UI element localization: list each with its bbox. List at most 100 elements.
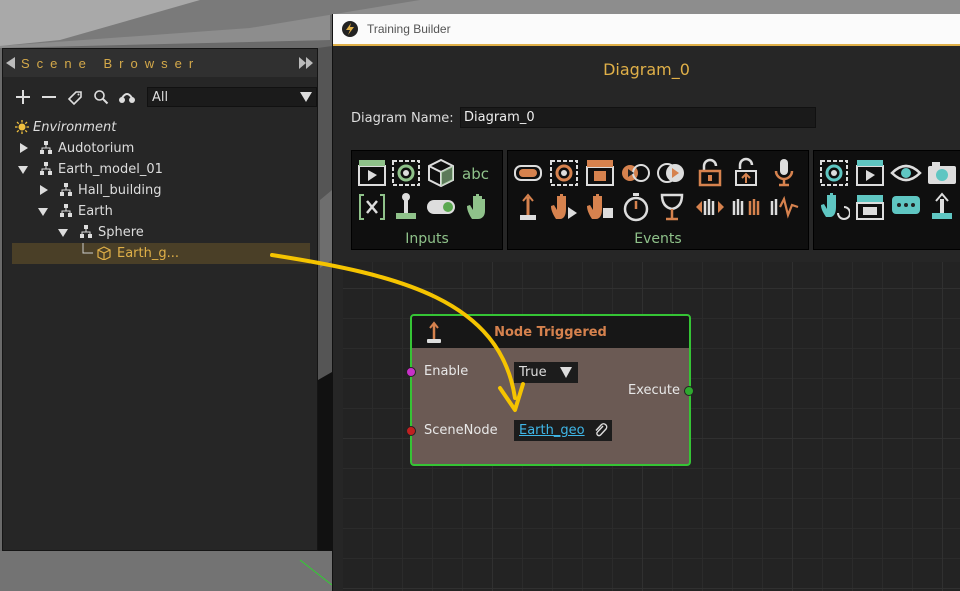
cube-icon (97, 246, 111, 260)
node-header[interactable]: Node Triggered (412, 316, 689, 348)
tag-icon[interactable] (63, 85, 87, 109)
inputs-palette-label: Inputs (405, 231, 449, 247)
sun-icon (15, 120, 29, 134)
tree-item-environment[interactable]: Environment (3, 117, 317, 138)
app-logo-icon (342, 21, 358, 37)
enable-label: Enable (424, 364, 469, 379)
variable-input-icon[interactable] (356, 191, 388, 223)
node-title: Node Triggered (494, 324, 607, 340)
eye-action-icon[interactable] (890, 157, 922, 189)
tree-item-earth[interactable]: Earth (3, 201, 317, 222)
signal-event-icon[interactable] (768, 191, 800, 223)
collapse-arrow-icon[interactable] (38, 208, 48, 216)
tree-item-earth-geo[interactable]: Earth_g... (12, 243, 310, 264)
expand-arrow-icon[interactable] (20, 143, 28, 153)
hierarchy-icon (40, 162, 52, 175)
node-triggered-icon (427, 321, 441, 343)
minus-icon[interactable] (37, 85, 61, 109)
execute-output-port[interactable] (684, 386, 694, 396)
lock-up-event-icon[interactable] (730, 157, 762, 189)
chat-action-icon[interactable] (890, 191, 922, 223)
tree-item-sphere[interactable]: Sphere (3, 222, 317, 243)
tree-item-label: Environment (33, 120, 117, 135)
text-input-icon[interactable]: abc (462, 157, 494, 189)
enable-select-value: True (519, 365, 547, 380)
video-action-icon[interactable] (854, 157, 886, 189)
tree-connector-icon (82, 243, 93, 254)
collapse-left-icon[interactable] (6, 57, 15, 69)
hierarchy-icon (60, 183, 72, 196)
scenenode-link[interactable]: Earth_geo (519, 423, 585, 438)
scene-browser-title: Scene Browser (21, 55, 201, 71)
expand-right-icon[interactable] (299, 57, 313, 69)
enable-select[interactable]: True (514, 362, 578, 383)
scene-browser-toolbar: All (3, 77, 317, 117)
expand-arrow-icon[interactable] (40, 185, 48, 195)
diagram-name-input[interactable] (460, 107, 816, 128)
forward-event-icon[interactable] (620, 157, 652, 189)
tree-item-earth-model-01[interactable]: Earth_model_01 (3, 159, 317, 180)
clapper-action-icon[interactable] (854, 191, 886, 223)
hand-stop-icon[interactable] (584, 191, 616, 223)
tree-item-hall-building[interactable]: Hall_building (3, 180, 317, 201)
scene-browser-header: Scene Browser (3, 49, 317, 77)
hierarchy-icon (40, 141, 52, 154)
link-icon[interactable] (115, 85, 139, 109)
scenenode-input-port[interactable] (406, 426, 416, 436)
collapse-arrow-icon[interactable] (18, 166, 28, 174)
tree-item-label: Sphere (98, 225, 144, 240)
window-titlebar[interactable]: Training Builder (333, 14, 960, 46)
actions-palette (813, 150, 960, 250)
microphone-event-icon[interactable] (768, 157, 800, 189)
events-palette: Events (507, 150, 809, 250)
scenenode-label: SceneNode (424, 423, 498, 438)
hierarchy-icon (80, 225, 92, 238)
node-triggered-icon[interactable] (512, 191, 544, 223)
camera-action-icon[interactable] (818, 157, 850, 189)
scene-browser-panel: Scene Browser All Environment Audotorium… (2, 48, 318, 551)
hand-rotate-icon[interactable] (818, 191, 850, 223)
camera-input-icon[interactable] (390, 157, 422, 189)
timer-event-icon[interactable] (620, 191, 652, 223)
collapse-arrow-icon[interactable] (58, 229, 68, 237)
node-triggered-node[interactable]: Node Triggered Enable True Execute Scene… (406, 314, 694, 466)
cube-input-icon[interactable] (425, 157, 457, 189)
tree-item-label: Earth_g... (117, 246, 180, 261)
tree-item-label: Audotorium (58, 141, 135, 156)
paperclip-icon[interactable] (594, 423, 608, 438)
hand-input-icon[interactable] (462, 191, 494, 223)
hand-play-icon[interactable] (548, 191, 580, 223)
events-palette-label: Events (634, 231, 682, 247)
chevron-down-icon (560, 367, 572, 378)
unlock-event-icon[interactable] (694, 157, 726, 189)
tree-item-audotorium[interactable]: Audotorium (3, 138, 317, 159)
skip-event-icon[interactable] (656, 157, 688, 189)
video-input-icon[interactable] (356, 157, 388, 189)
vr-headset-icon[interactable] (512, 157, 544, 189)
training-builder-window: Training Builder Diagram_0 Diagram Name:… (332, 14, 960, 591)
toggle-input-icon[interactable] (425, 191, 457, 223)
photo-action-icon[interactable] (926, 157, 958, 189)
camera-event-icon[interactable] (548, 157, 580, 189)
hands-grab-icon[interactable] (730, 191, 762, 223)
enable-input-port[interactable] (406, 367, 416, 377)
tree-item-label: Earth_model_01 (58, 162, 163, 177)
joystick-input-icon[interactable] (390, 191, 422, 223)
hands-swap-icon[interactable] (694, 191, 726, 223)
chevron-down-icon (300, 92, 312, 102)
video-event-icon[interactable] (584, 157, 616, 189)
hierarchy-icon (60, 204, 72, 217)
scene-tree: Environment Audotorium Earth_model_01 Ha… (3, 117, 317, 264)
svg-text:abc: abc (462, 165, 489, 183)
diagram-title: Diagram_0 (603, 60, 690, 79)
filter-select[interactable]: All (147, 87, 317, 107)
tree-item-label: Hall_building (78, 183, 162, 198)
goblet-event-icon[interactable] (656, 191, 688, 223)
joystick-action-icon[interactable] (926, 191, 958, 223)
window-title: Training Builder (367, 22, 451, 36)
plus-icon[interactable] (11, 85, 35, 109)
search-icon[interactable] (89, 85, 113, 109)
scenenode-field[interactable]: Earth_geo (514, 420, 612, 441)
inputs-palette: abc Inputs (351, 150, 503, 250)
filter-select-value: All (152, 89, 169, 105)
